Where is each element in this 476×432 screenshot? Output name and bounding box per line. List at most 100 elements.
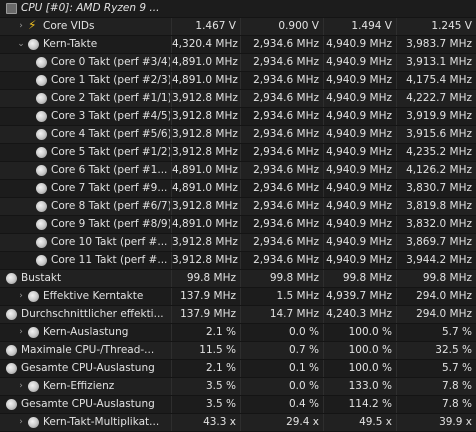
current-value: 3,912.8 MHz [171, 252, 240, 269]
sensor-label: Core 6 Takt (perf #1... [51, 164, 168, 176]
sensor-label: Core 4 Takt (perf #5/6) [51, 128, 170, 140]
avg-value: 5.7 % [396, 360, 476, 377]
current-value: 3,912.8 MHz [171, 108, 240, 125]
gauge-icon [36, 237, 47, 248]
max-value: 4,940.9 MHz [323, 252, 396, 269]
avg-value: 4,126.2 MHz [396, 162, 476, 179]
sensor-label: Kern-Auslastung [43, 326, 129, 338]
min-value: 0.900 V [240, 18, 323, 35]
collapse-arrow-icon[interactable]: ⌄ [16, 36, 26, 53]
gauge-icon [36, 219, 47, 230]
expand-arrow-icon[interactable]: › [16, 414, 26, 431]
sensor-row-core7[interactable]: Core 7 Takt (perf #9... 4,891.0 MHz 2,934.… [0, 180, 476, 198]
sensor-label: Core 9 Takt (perf #8/9) [51, 218, 170, 230]
sensor-row-avg-eff[interactable]: Durchschnittlicher effekti... 137.9 MHz 14… [0, 306, 476, 324]
current-value: 4,891.0 MHz [171, 216, 240, 233]
min-value: 2,934.6 MHz [240, 144, 323, 161]
max-value: 4,940.9 MHz [323, 126, 396, 143]
current-value: 3,912.8 MHz [171, 144, 240, 161]
current-value: 4,320.4 MHz [171, 36, 240, 53]
sensor-label: Core 10 Takt (perf #... [51, 236, 168, 248]
gauge-icon [36, 147, 47, 158]
sensor-row-core0[interactable]: Core 0 Takt (perf #3/4) 4,891.0 MHz 2,934.… [0, 54, 476, 72]
sensor-label: Core 5 Takt (perf #1/2) [51, 146, 170, 158]
max-value: 4,940.9 MHz [323, 234, 396, 251]
sensor-table: CPU [#0]: AMD Ryzen 9 ... › ⚡ Core VIDs 1.46… [0, 0, 476, 432]
avg-value: 7.8 % [396, 396, 476, 413]
avg-value: 3,830.7 MHz [396, 180, 476, 197]
min-value: 0.7 % [240, 342, 323, 359]
sensor-row-gesamt1[interactable]: Gesamte CPU-Auslastung 2.1 % 0.1 % 100.0 % 5… [0, 360, 476, 378]
sensor-row-gesamt2[interactable]: Gesamte CPU-Auslastung 3.5 % 0.4 % 114.2 % 7… [0, 396, 476, 414]
sensor-row-kern-takte[interactable]: ⌄ Kern-Takte 4,320.4 MHz 2,934.6 MHz 4,940.9… [0, 36, 476, 54]
sensor-row-eff-kerntakte[interactable]: › Effektive Kerntakte 137.9 MHz 1.5 MHz 4,93… [0, 288, 476, 306]
current-value: 11.5 % [171, 342, 240, 359]
expand-arrow-icon[interactable]: › [16, 18, 26, 35]
max-value: 4,940.9 MHz [323, 162, 396, 179]
expand-arrow-icon[interactable]: › [16, 378, 26, 395]
sensor-row-core3[interactable]: Core 3 Takt (perf #4/5) 3,912.8 MHz 2,934.… [0, 108, 476, 126]
gauge-icon [36, 255, 47, 266]
max-value: 133.0 % [323, 378, 396, 395]
gauge-icon [6, 309, 17, 320]
min-value: 2,934.6 MHz [240, 126, 323, 143]
max-value: 4,940.9 MHz [323, 180, 396, 197]
sensor-row-core6[interactable]: Core 6 Takt (perf #1... 4,891.0 MHz 2,934.… [0, 162, 476, 180]
sensor-label: Durchschnittlicher effekti... [21, 308, 164, 320]
sensor-row-core10[interactable]: Core 10 Takt (perf #... 3,912.8 MHz 2,934.… [0, 234, 476, 252]
max-value: 4,240.3 MHz [323, 306, 396, 323]
sensor-row-multi[interactable]: › Kern-Takt-Multiplikat... 43.3 x 29.4 x 49.… [0, 414, 476, 432]
gauge-icon [28, 327, 39, 338]
max-value: 4,939.7 MHz [323, 288, 396, 305]
sensor-row-core-vids[interactable]: › ⚡ Core VIDs 1.467 V 0.900 V 1.494 V 1.245 V [0, 18, 476, 36]
sensor-row-core5[interactable]: Core 5 Takt (perf #1/2) 3,912.8 MHz 2,934.… [0, 144, 476, 162]
current-value: 2.1 % [171, 324, 240, 341]
max-value: 4,940.9 MHz [323, 108, 396, 125]
max-value: 1.494 V [323, 18, 396, 35]
gauge-icon [6, 363, 17, 374]
max-value: 100.0 % [323, 360, 396, 377]
gauge-icon [36, 75, 47, 86]
min-value: 0.1 % [240, 360, 323, 377]
expand-arrow-icon[interactable]: › [16, 324, 26, 341]
sensor-row-kern-eff[interactable]: › Kern-Effizienz 3.5 % 0.0 % 133.0 % 7.8 % [0, 378, 476, 396]
avg-value: 3,819.8 MHz [396, 198, 476, 215]
gauge-icon [36, 183, 47, 194]
current-value: 3.5 % [171, 378, 240, 395]
sensor-row-cpu-header[interactable]: CPU [#0]: AMD Ryzen 9 ... [0, 0, 476, 18]
gauge-icon [6, 273, 17, 284]
avg-value: 3,913.1 MHz [396, 54, 476, 71]
gauge-icon [36, 129, 47, 140]
min-value: 2,934.6 MHz [240, 180, 323, 197]
sensor-label: Effektive Kerntakte [43, 290, 144, 302]
max-value: 4,940.9 MHz [323, 36, 396, 53]
sensor-row-bustakt[interactable]: Bustakt 99.8 MHz 99.8 MHz 99.8 MHz 99.8 MHz [0, 270, 476, 288]
sensor-row-core1[interactable]: Core 1 Takt (perf #2/3) 4,891.0 MHz 2,934.… [0, 72, 476, 90]
sensor-row-core8[interactable]: Core 8 Takt (perf #6/7) 3,912.8 MHz 2,934.… [0, 198, 476, 216]
sensor-label: Kern-Effizienz [43, 380, 115, 392]
expand-arrow-icon[interactable]: › [16, 288, 26, 305]
avg-value: 4,235.2 MHz [396, 144, 476, 161]
min-value: 2,934.6 MHz [240, 108, 323, 125]
avg-value: 7.8 % [396, 378, 476, 395]
min-value: 2,934.6 MHz [240, 234, 323, 251]
sensor-row-core9[interactable]: Core 9 Takt (perf #8/9) 4,891.0 MHz 2,934.… [0, 216, 476, 234]
sensor-row-core11[interactable]: Core 11 Takt (perf #... 3,912.8 MHz 2,934.… [0, 252, 476, 270]
min-value: 99.8 MHz [240, 270, 323, 287]
sensor-row-max-cpu[interactable]: Maximale CPU-/Thread-... 11.5 % 0.7 % 100.0… [0, 342, 476, 360]
sensor-row-core2[interactable]: Core 2 Takt (perf #1/1) 3,912.8 MHz 2,934.… [0, 90, 476, 108]
min-value: 2,934.6 MHz [240, 252, 323, 269]
current-value: 4,891.0 MHz [171, 72, 240, 89]
gauge-icon [28, 417, 39, 428]
avg-value: 3,869.7 MHz [396, 234, 476, 251]
sensor-label: Core 1 Takt (perf #2/3) [51, 74, 170, 86]
cpu-icon [6, 3, 17, 14]
gauge-icon [28, 381, 39, 392]
sensor-label: Gesamte CPU-Auslastung [21, 398, 155, 410]
sensor-row-kern-ausl[interactable]: › Kern-Auslastung 2.1 % 0.0 % 100.0 % 5.7 % [0, 324, 476, 342]
sensor-row-core4[interactable]: Core 4 Takt (perf #5/6) 3,912.8 MHz 2,934.… [0, 126, 476, 144]
min-value: 2,934.6 MHz [240, 162, 323, 179]
min-value: 2,934.6 MHz [240, 54, 323, 71]
current-value: 4,891.0 MHz [171, 54, 240, 71]
max-value: 99.8 MHz [323, 270, 396, 287]
